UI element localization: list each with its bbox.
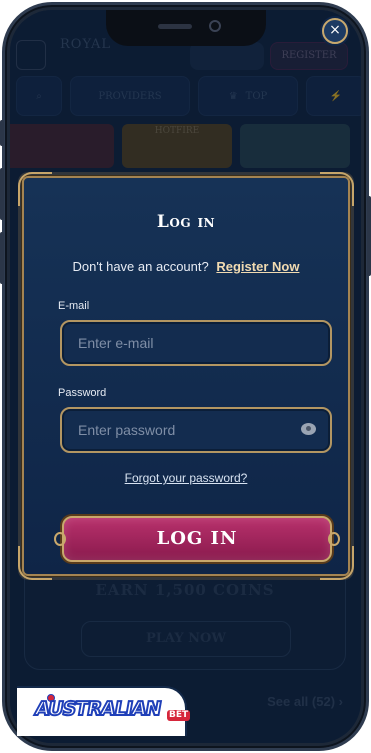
ornament-corner xyxy=(18,546,52,580)
ornament-corner xyxy=(18,172,52,206)
password-label: Password xyxy=(58,387,107,399)
phone-power-button xyxy=(367,196,371,276)
button-flourish xyxy=(54,532,66,546)
phone-side-button xyxy=(0,120,4,146)
register-prompt-row: Don't have an account? Register Now xyxy=(24,259,348,274)
watermark-text: AUSTRALIAN xyxy=(32,697,163,721)
speaker-grille xyxy=(158,24,192,29)
login-button-label: LOG IN xyxy=(156,528,238,549)
phone-screen: ROYAL REGISTER ⌕ PROVIDERS ♛ TOP ⚡ HOTFIR… xyxy=(10,10,361,743)
register-prompt-text: Don't have an account? xyxy=(72,259,209,274)
login-button[interactable]: LOG IN xyxy=(54,516,340,562)
email-label: E-mail xyxy=(58,300,90,312)
modal-title: Log in xyxy=(156,212,216,232)
watermark-logo: AUSTRALIAN BET xyxy=(17,686,191,736)
close-icon[interactable]: × xyxy=(322,18,348,44)
watermark-suffix: BET xyxy=(167,710,191,721)
email-field-wrapper xyxy=(60,320,332,366)
login-modal: Log in Don't have an account? Register N… xyxy=(18,172,354,580)
phone-notch xyxy=(106,10,266,46)
phone-volume-up-button xyxy=(0,168,4,220)
front-camera xyxy=(209,20,221,32)
email-field[interactable] xyxy=(62,322,330,364)
ornament-corner xyxy=(320,172,354,206)
forgot-password-link[interactable]: Forgot your password? xyxy=(24,471,348,485)
password-field-wrapper xyxy=(60,407,332,453)
register-now-link[interactable]: Register Now xyxy=(216,259,299,274)
show-password-icon[interactable] xyxy=(301,423,316,435)
password-field[interactable] xyxy=(62,409,330,451)
phone-volume-down-button xyxy=(0,232,4,284)
button-flourish xyxy=(328,532,340,546)
